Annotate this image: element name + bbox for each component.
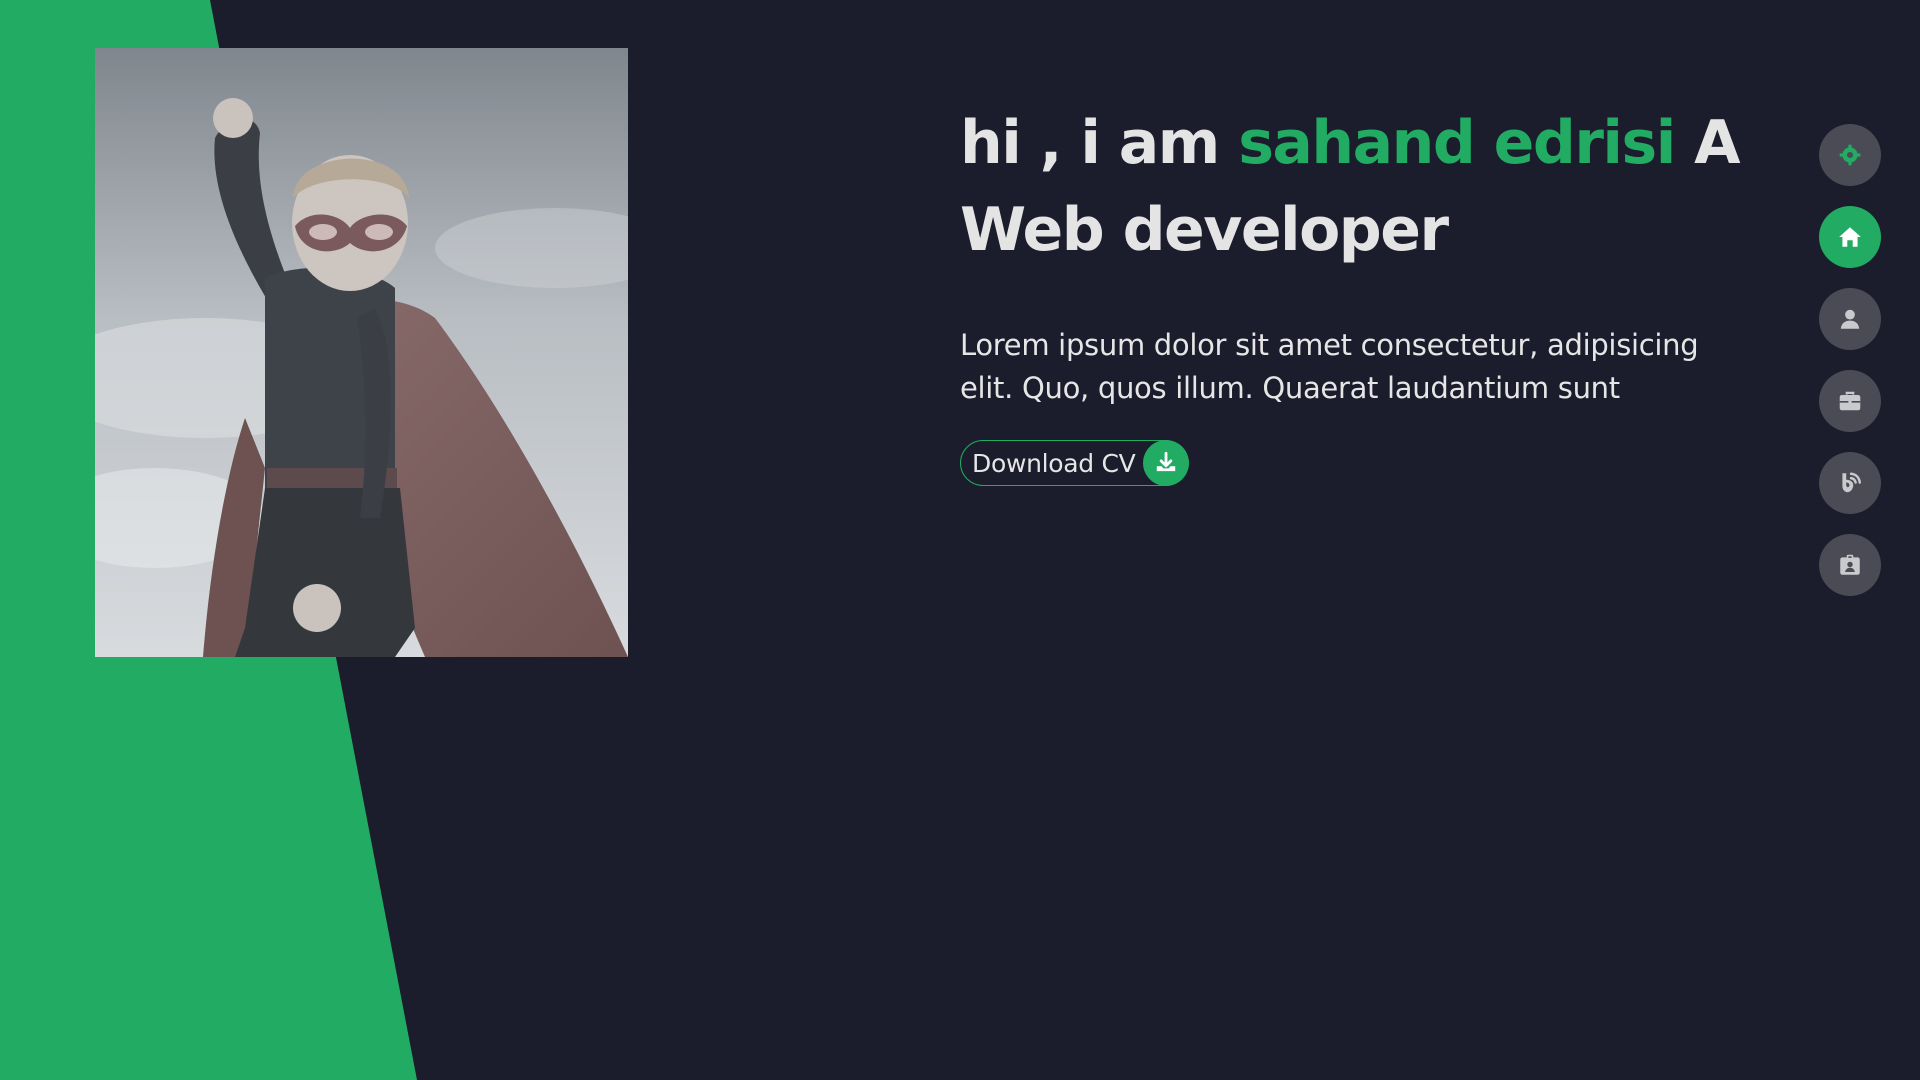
user-icon xyxy=(1840,309,1860,329)
hero-section: hi , i am sahand edrisi A Web developer … xyxy=(960,100,1741,486)
nav-blog-button[interactable] xyxy=(1819,452,1881,514)
download-icon xyxy=(1143,440,1190,486)
download-cv-label: Download CV xyxy=(972,448,1136,478)
briefcase-icon xyxy=(1839,391,1861,411)
settings-icon xyxy=(1839,144,1861,166)
nav-settings-button[interactable] xyxy=(1819,124,1881,186)
headline: hi , i am sahand edrisi A Web developer xyxy=(960,100,1741,274)
nav-about-button[interactable] xyxy=(1819,288,1881,350)
side-nav xyxy=(1819,124,1881,596)
headline-greeting: hi , i am xyxy=(960,108,1220,178)
home-icon xyxy=(1839,227,1861,247)
page: hi , i am sahand edrisi A Web developer … xyxy=(0,0,1920,1080)
download-cv-button[interactable]: Download CV xyxy=(960,440,1190,486)
nav-contact-button[interactable] xyxy=(1819,534,1881,596)
nav-home-button[interactable] xyxy=(1819,206,1881,268)
contact-card-icon xyxy=(1840,554,1860,575)
profile-photo xyxy=(95,48,628,657)
nav-portfolio-button[interactable] xyxy=(1819,370,1881,432)
headline-name: sahand edrisi xyxy=(1238,108,1676,178)
blog-icon xyxy=(1842,472,1861,493)
hero-description: Lorem ipsum dolor sit amet consectetur, … xyxy=(960,328,1699,405)
